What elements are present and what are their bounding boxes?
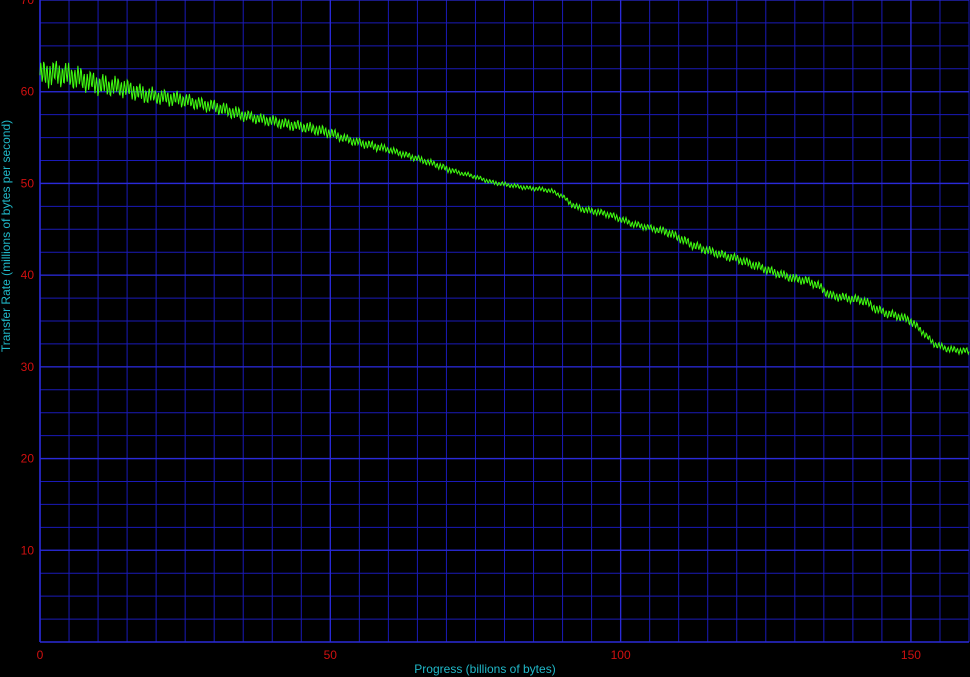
transfer-rate-chart: 0 50 100 150 10 20 30 40 50 60 70 [0,0,970,677]
y-tick-label: 20 [21,452,35,466]
y-tick-label: 40 [21,268,35,282]
x-tick-label: 0 [37,648,44,662]
y-tick-label: 60 [21,85,35,99]
x-tick-label: 150 [901,648,921,662]
x-tick-label: 50 [324,648,338,662]
x-tick-label: 100 [611,648,631,662]
y-tick-label: 10 [21,543,35,557]
x-axis-title: Progress (billions of bytes) [414,662,556,676]
y-axis-title: Transfer Rate (millions of bytes per sec… [0,119,13,353]
y-tick-label: 50 [21,176,35,190]
plot-background [0,0,970,677]
y-tick-label: 70 [21,0,35,7]
y-tick-label: 30 [21,360,35,374]
